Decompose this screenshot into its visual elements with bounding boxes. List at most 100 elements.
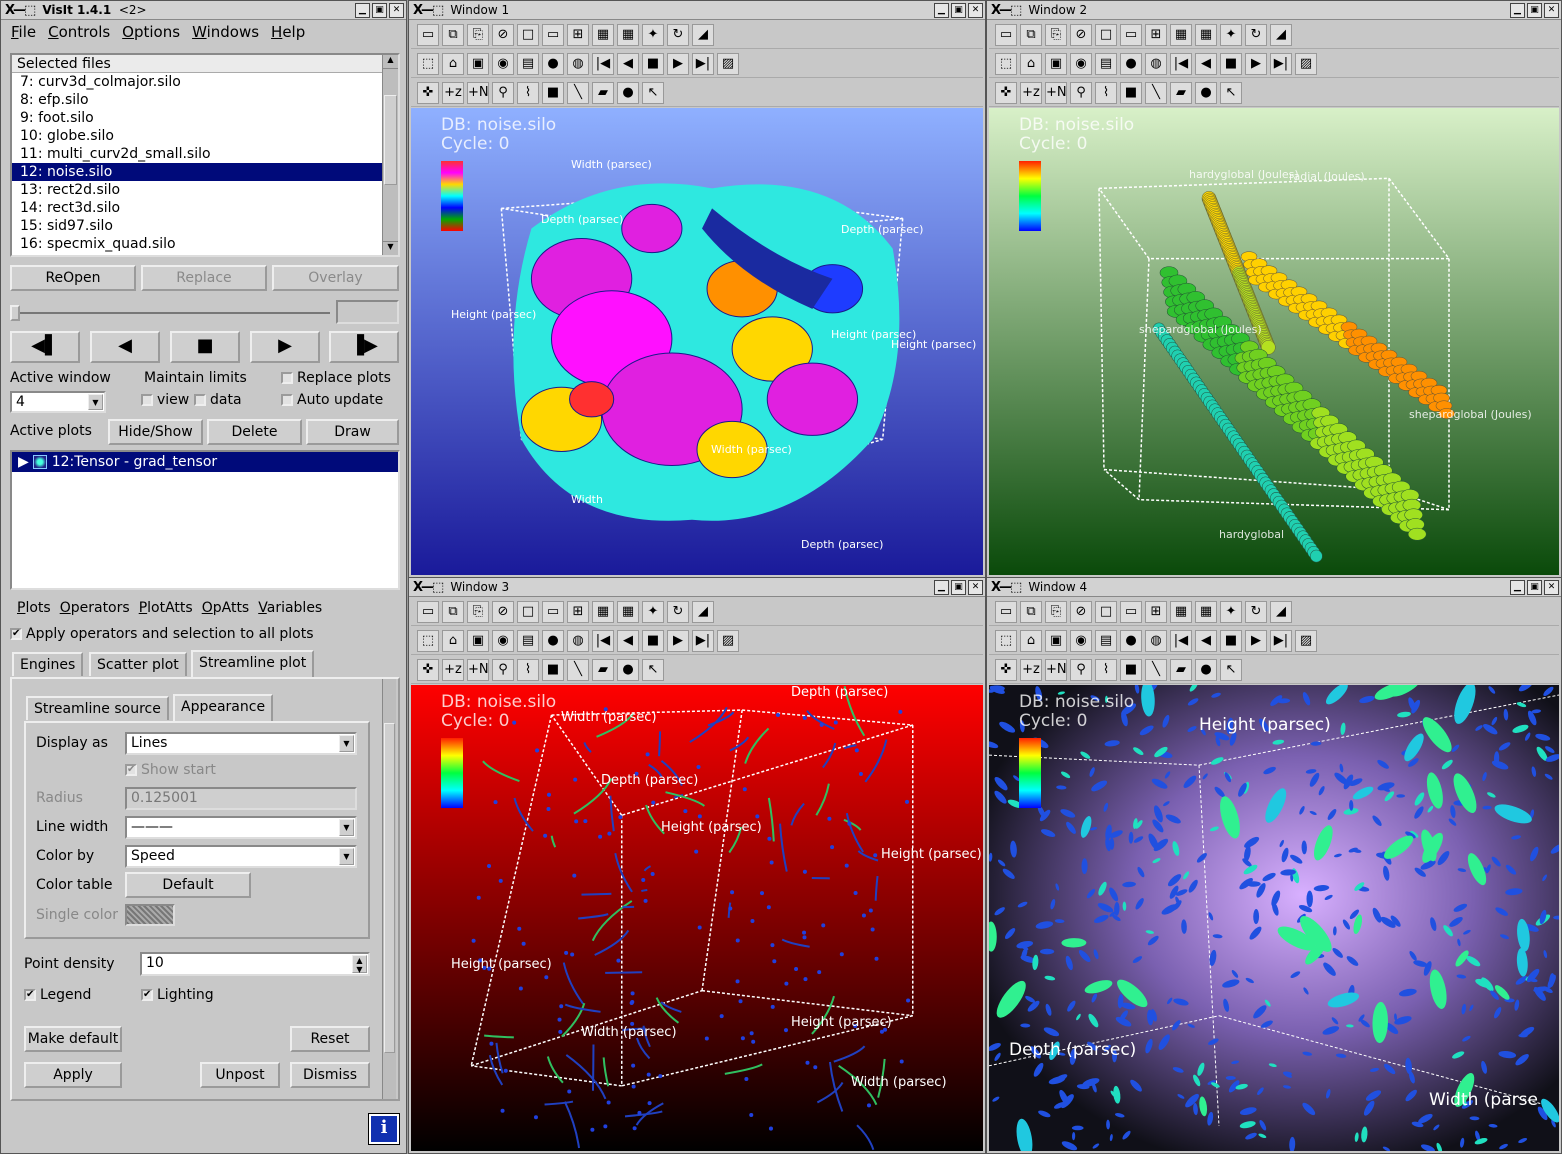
curve-icon[interactable]: ⌇	[517, 659, 539, 681]
vis-canvas[interactable]: DB: noise.silo Cycle: 0 Height (parsec) Dep…	[989, 685, 1559, 1151]
layout-2x3-icon[interactable]: ▦	[592, 24, 614, 46]
first-frame-icon[interactable]: |◀	[592, 53, 614, 75]
spin-arrows-icon[interactable]: ▲ ▼	[352, 955, 367, 974]
active-window-combo[interactable]: 4 ▼	[10, 391, 106, 413]
last-frame-icon[interactable]: ▶|	[1270, 53, 1292, 75]
stop-button[interactable]: ■	[170, 331, 240, 363]
plane-icon[interactable]: ▰	[592, 82, 614, 104]
layout-3x3-icon[interactable]: ▦	[617, 24, 639, 46]
rec-icon[interactable]: ●	[1120, 53, 1142, 75]
rec-icon[interactable]: ●	[542, 53, 564, 75]
zoom-z-icon[interactable]: +z	[442, 82, 464, 104]
lock-icon[interactable]: ⌂	[1020, 630, 1042, 652]
legend-checkbox[interactable]: ✔	[24, 989, 36, 1001]
rec-icon[interactable]: ●	[1120, 630, 1142, 652]
globe-icon[interactable]: ◍	[567, 53, 589, 75]
layout-1x1-icon[interactable]: □	[1095, 601, 1117, 623]
camera-icon[interactable]: ◉	[492, 630, 514, 652]
maximize-icon[interactable]: ▣	[1527, 2, 1542, 18]
cube-icon[interactable]: ■	[542, 82, 564, 104]
apply-all-checkbox[interactable]: ✔	[10, 628, 22, 640]
vis-canvas[interactable]: DB: noise.silo Cycle: 0 Width (parsec) Dept…	[411, 108, 983, 575]
magnify-icon[interactable]: ⚲	[1070, 659, 1092, 681]
show-start-checkbox[interactable]: ✔	[125, 764, 137, 776]
globe-icon[interactable]: ◍	[567, 630, 589, 652]
camera-icon[interactable]: ◉	[1070, 630, 1092, 652]
curve-icon[interactable]: ⌇	[1095, 659, 1117, 681]
lock-time-icon[interactable]: ↻	[1245, 24, 1267, 46]
layout-2x2-icon[interactable]: ⊞	[567, 601, 589, 623]
lock-view-icon[interactable]: ✦	[1220, 601, 1242, 623]
slider-handle[interactable]	[10, 305, 20, 321]
menu-file[interactable]: File	[11, 23, 36, 41]
layout-2x2-icon[interactable]: ⊞	[567, 24, 589, 46]
stop-icon[interactable]: ■	[642, 630, 664, 652]
reset-button[interactable]: Reset	[290, 1026, 370, 1052]
spin-icon[interactable]: ◢	[692, 601, 714, 623]
first-frame-icon[interactable]: |◀	[1170, 53, 1192, 75]
time-field[interactable]	[336, 300, 399, 324]
reverse-icon[interactable]: ◀	[617, 53, 639, 75]
chevron-down-icon[interactable]: ▼	[339, 735, 354, 752]
copy-icon[interactable]: ⎘	[1045, 601, 1067, 623]
camera-icon[interactable]: ◉	[492, 53, 514, 75]
minimize-icon[interactable]: ▁	[1510, 579, 1525, 595]
animation-icon[interactable]: ▨	[1295, 53, 1317, 75]
new-window-icon[interactable]: ▭	[995, 24, 1017, 46]
new-window-icon[interactable]: ▭	[417, 24, 439, 46]
zoom-n-icon[interactable]: +N	[1045, 82, 1067, 104]
active-plots-list[interactable]: ▶ 12:Tensor - grad_tensor	[10, 450, 400, 590]
minimize-icon[interactable]: ▁	[1510, 2, 1525, 18]
plane-icon[interactable]: ▰	[1170, 82, 1192, 104]
play-icon[interactable]: ▶	[667, 53, 689, 75]
tab-streamline-plot[interactable]: Streamline plot	[191, 650, 315, 677]
layout-1x1-icon[interactable]: □	[1095, 24, 1117, 46]
lock-icon[interactable]: ⌂	[1020, 53, 1042, 75]
camera-icon[interactable]: ◉	[1070, 53, 1092, 75]
lock-time-icon[interactable]: ↻	[667, 601, 689, 623]
magnify-icon[interactable]: ⚲	[492, 659, 514, 681]
zoom-n-icon[interactable]: +N	[1045, 659, 1067, 681]
color-by-combo[interactable]: Speed ▼	[125, 845, 357, 868]
layout-2x2-icon[interactable]: ⊞	[1145, 601, 1167, 623]
chevron-down-icon[interactable]: ▼	[339, 848, 354, 865]
last-frame-icon[interactable]: ▶|	[692, 53, 714, 75]
tab-streamline-source[interactable]: Streamline source	[26, 696, 169, 720]
new-window-icon[interactable]: ▭	[995, 601, 1017, 623]
print-icon[interactable]: ▤	[517, 53, 539, 75]
menu-variables[interactable]: Variables	[258, 600, 322, 616]
vis-window-titlebar[interactable]: X—⬚ Window 3 ▁ ▣ ✕	[409, 578, 985, 597]
zoom-n-icon[interactable]: +N	[467, 659, 489, 681]
line-icon[interactable]: ╲	[567, 82, 589, 104]
minimize-icon[interactable]: ▁	[934, 579, 949, 595]
lighting-checkbox[interactable]: ✔	[141, 989, 153, 1001]
time-slider[interactable]	[10, 305, 330, 321]
files-scrollbar[interactable]: ▲ ▼	[382, 55, 398, 255]
cube-icon[interactable]: ■	[1120, 659, 1142, 681]
pick-icon[interactable]: ↖	[642, 659, 664, 681]
vis-canvas[interactable]: DB: noise.silo Cycle: 0 Width (parsec) Dept…	[411, 685, 983, 1151]
main-titlebar[interactable]: X—⬚ VisIt 1.4.1 <2> ▁ ▣ ✕	[1, 1, 406, 20]
maximize-icon[interactable]: ▣	[951, 579, 966, 595]
clone-window-icon[interactable]: ⧉	[1020, 601, 1042, 623]
hide-show-button[interactable]: Hide/Show	[108, 419, 203, 445]
plot-list-item[interactable]: ▶ 12:Tensor - grad_tensor	[12, 452, 398, 472]
animation-icon[interactable]: ▨	[717, 53, 739, 75]
box-icon[interactable]: ⬚	[995, 53, 1017, 75]
menu-options[interactable]: Options	[122, 23, 180, 41]
copy-icon[interactable]: ⎘	[467, 24, 489, 46]
pick-icon[interactable]: ↖	[1220, 659, 1242, 681]
first-frame-icon[interactable]: |◀	[1170, 630, 1192, 652]
unpost-button[interactable]: Unpost	[200, 1062, 280, 1088]
spin-icon[interactable]: ◢	[1270, 24, 1292, 46]
play-icon[interactable]: ▶	[1245, 630, 1267, 652]
first-frame-icon[interactable]: |◀	[592, 630, 614, 652]
line-width-combo[interactable]: ——— ▼	[125, 816, 357, 839]
magnify-icon[interactable]: ⚲	[1070, 82, 1092, 104]
file-list-item[interactable]: 14: rect3d.silo	[12, 199, 382, 217]
lock-time-icon[interactable]: ↻	[667, 24, 689, 46]
single-color-swatch[interactable]	[125, 904, 175, 926]
globe-icon[interactable]: ◍	[1145, 630, 1167, 652]
selected-files-list[interactable]: Selected files 7: curv3d_colmajor.silo 8:…	[10, 53, 400, 257]
navigate-icon[interactable]: ✜	[417, 82, 439, 104]
